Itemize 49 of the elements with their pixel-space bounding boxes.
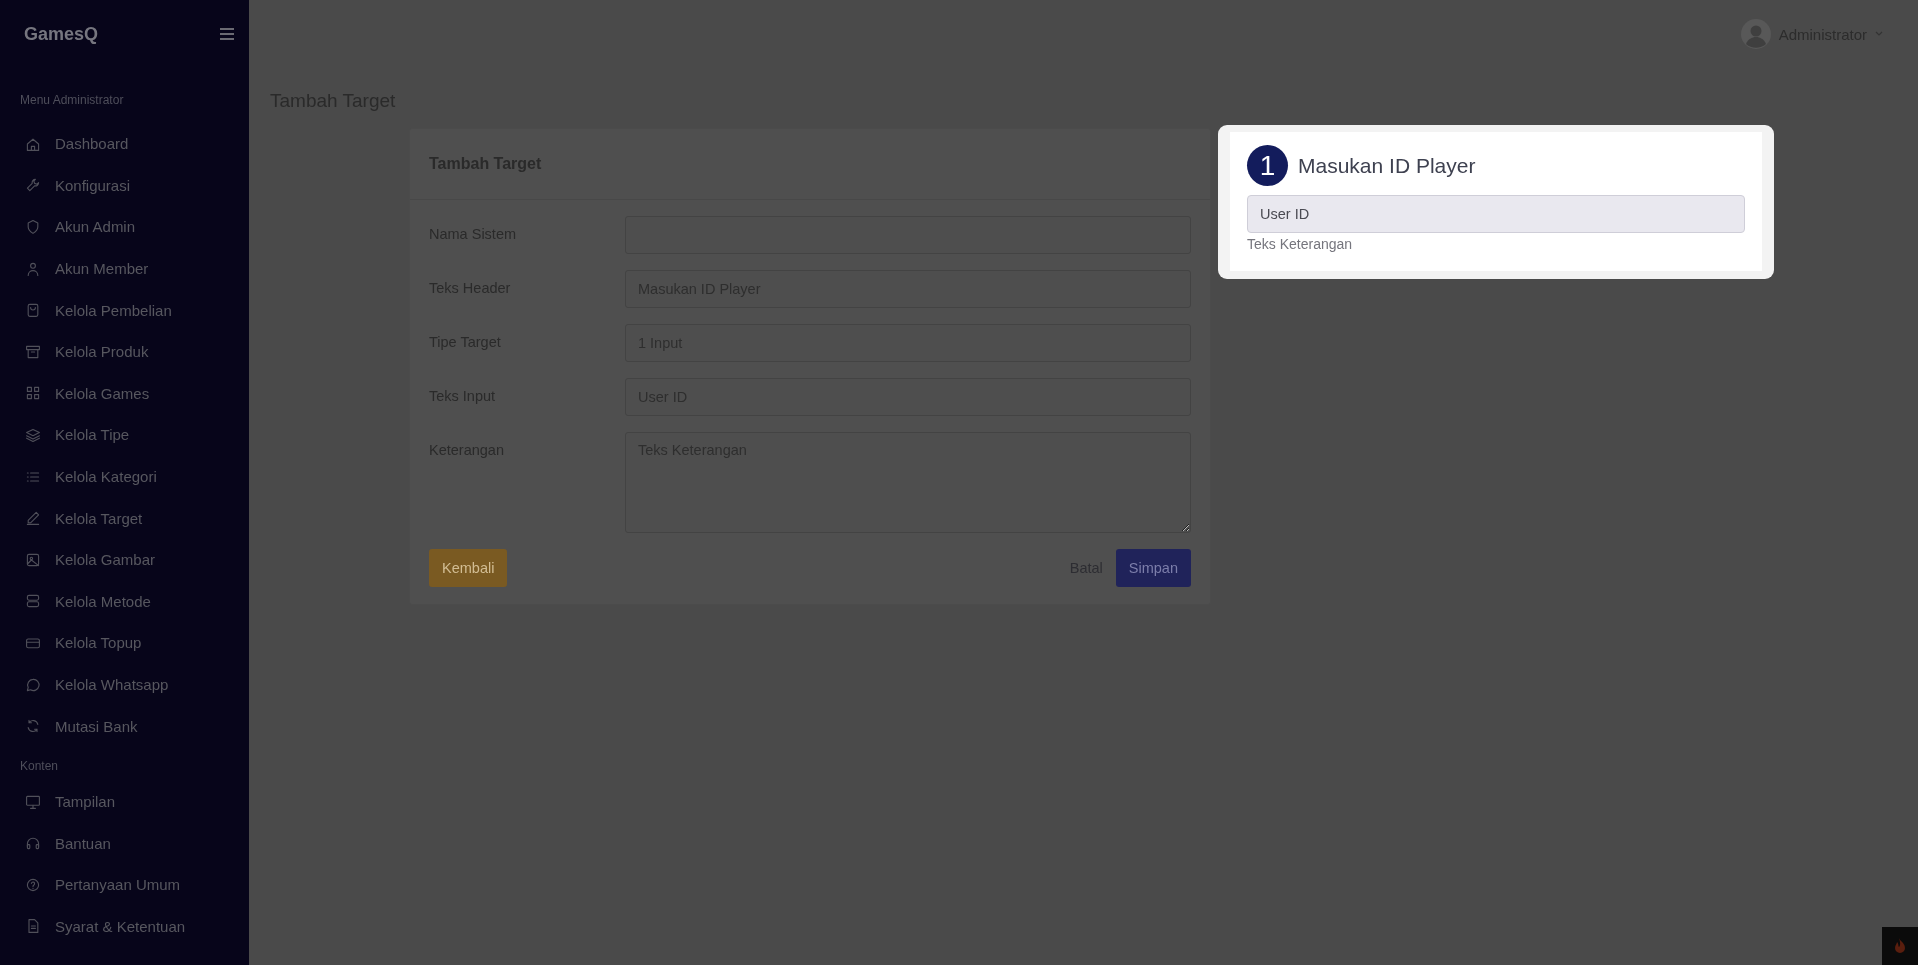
sidebar-item[interactable]: Dashboard (0, 123, 249, 165)
caret-icon (1875, 31, 1883, 37)
grid-icon (25, 385, 41, 402)
document-icon (25, 918, 41, 935)
sidebar-heading: Menu Administrator (19, 93, 125, 107)
refresh-icon (25, 718, 41, 735)
sidebar-item[interactable]: Kelola Games (0, 372, 249, 415)
sidebar-item[interactable]: Syarat & Ketentuan (0, 905, 249, 948)
sidebar-item[interactable]: Kelola Tipe (0, 414, 249, 456)
sidebar-item[interactable]: Kelola Metode (0, 580, 249, 623)
sidebar-item[interactable]: Kelola Produk (0, 330, 249, 373)
person-icon (25, 260, 41, 277)
question-icon (25, 876, 41, 893)
avatar-icon (1740, 19, 1771, 49)
sidebar-item[interactable]: Mutasi Bank (0, 705, 249, 747)
sidebar-item[interactable]: Tampilan (0, 780, 249, 823)
flame-icon (1893, 937, 1907, 955)
sidebar-item[interactable]: Konfigurasi (0, 164, 249, 207)
menu-icon[interactable] (220, 28, 234, 40)
layers-icon (25, 426, 41, 443)
input-field[interactable]: User ID (1247, 195, 1745, 233)
sidebar-item[interactable]: Pertanyaan Umum (0, 864, 249, 906)
server-icon (25, 593, 41, 610)
sidebar-item[interactable]: Akun Admin (0, 206, 249, 248)
logo[interactable]: GamesQ (24, 23, 99, 45)
pencil-icon (25, 510, 41, 527)
sidebar-item[interactable]: Kelola Target (0, 497, 249, 539)
sidebar-item[interactable]: Akun Member (0, 247, 249, 290)
sidebar-item[interactable]: Bantuan (0, 822, 249, 865)
debug-toolbar-button[interactable] (1882, 927, 1918, 965)
image-icon (25, 551, 41, 568)
sidebar-heading: Konten (19, 758, 60, 773)
shield-icon (25, 219, 41, 235)
sidebar-item[interactable]: Kelola Whatsapp (0, 663, 249, 706)
help-text: Teks Keterangan (1247, 236, 1354, 252)
sidebar-item[interactable]: Kelola Kategori (0, 455, 249, 498)
back-button[interactable]: Kembali (429, 549, 508, 587)
sidebar-item[interactable]: Kelola Pembelian (0, 289, 249, 331)
wrench-icon (25, 177, 41, 194)
archive-icon (25, 343, 41, 360)
headphones-icon (25, 835, 41, 852)
sidebar-item[interactable]: Kelola Gambar (0, 538, 249, 581)
sidebar-item[interactable]: Kelola Topup (0, 622, 249, 664)
panel-title: Masukan ID Player (1298, 153, 1476, 178)
monitor-icon (25, 793, 41, 810)
chat-icon (25, 676, 41, 693)
save-button[interactable]: Simpan (1115, 549, 1191, 587)
bag-icon (25, 302, 41, 319)
step-badge: 1 (1247, 145, 1288, 186)
